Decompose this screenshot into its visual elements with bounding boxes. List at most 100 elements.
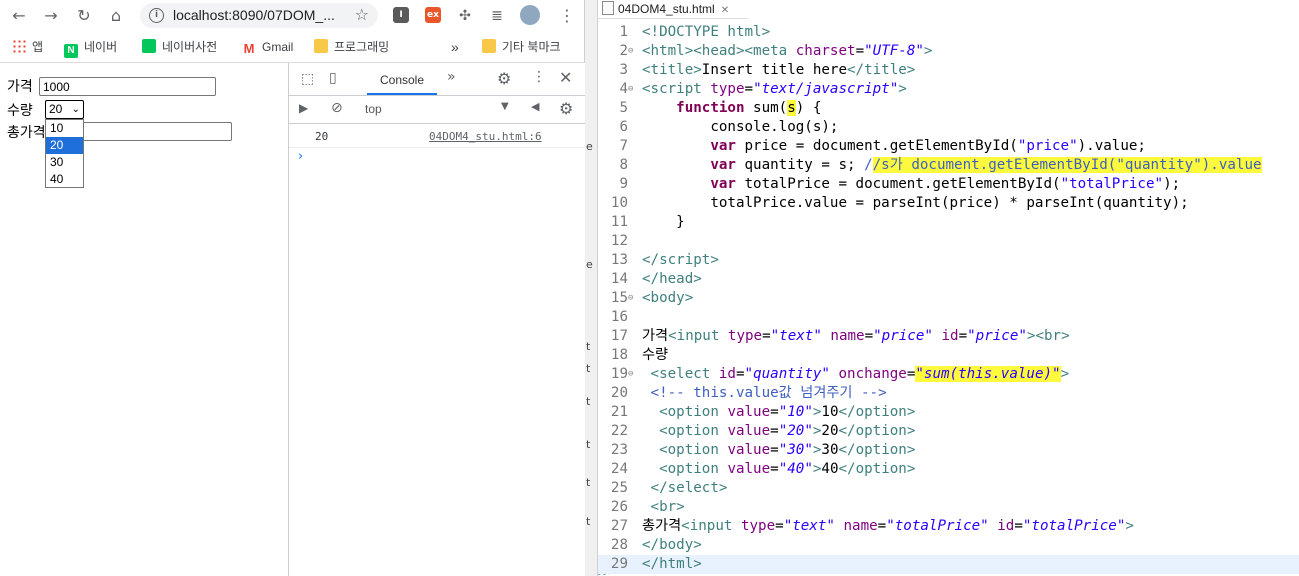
code-line[interactable]: 14 </head> (598, 270, 1299, 289)
profile-avatar[interactable] (520, 5, 540, 25)
bookmark-naver[interactable]: N 네이버 (64, 38, 118, 58)
code-line[interactable]: 11 } (598, 213, 1299, 232)
close-icon[interactable]: ✕ (559, 68, 572, 87)
code-line[interactable]: 2 ⊖ <html><head><meta charset="UTF-8"> (598, 42, 1299, 61)
extension-i-icon[interactable]: I (393, 7, 409, 23)
bookmark-naver-dict[interactable]: 네이버사전 (142, 38, 217, 56)
info-icon[interactable]: i (149, 8, 164, 23)
console-settings-gear-icon[interactable]: ⚙ (559, 99, 573, 118)
back-arrow-icon[interactable]: ← (8, 6, 30, 26)
forward-arrow-icon[interactable]: → (40, 6, 62, 26)
url-text: localhost:8090/07DOM_... (173, 7, 335, 23)
option-30[interactable]: 30 (46, 154, 83, 171)
option-40[interactable]: 40 (46, 171, 83, 188)
code-text: <title>Insert title here</title> (642, 62, 916, 78)
bookmark-apps[interactable]: 앱 (12, 38, 43, 56)
devtools-menu-icon[interactable]: ⋮ (532, 69, 546, 85)
bookmark-label: 프로그래밍 (334, 40, 390, 54)
bookmark-folder-programming[interactable]: 프로그래밍 (314, 38, 389, 56)
code-line[interactable]: 29 </html> (598, 555, 1299, 574)
bookmark-label: 네이버 (84, 40, 118, 54)
code-line[interactable]: 10 totalPrice.value = parseInt(price) * … (598, 194, 1299, 213)
extension-ex-icon[interactable]: ex (425, 7, 441, 23)
code-line[interactable]: 27 총가격<input type="text" name="totalPrice… (598, 517, 1299, 536)
tab-console[interactable]: Console (367, 63, 437, 95)
code-line[interactable]: 5 function sum(s) { (598, 99, 1299, 118)
code-line[interactable]: 7 var price = document.getElementById("p… (598, 137, 1299, 156)
naver-dictionary-icon (142, 39, 156, 53)
line-number: 5 (619, 100, 628, 116)
line-number: 13 (610, 252, 628, 268)
code-line[interactable]: 24 <option value="40">40</option> (598, 460, 1299, 479)
clear-console-icon[interactable]: ⊘ (331, 100, 343, 116)
code-line[interactable]: 23 <option value="30">30</option> (598, 441, 1299, 460)
bookmarks-overflow-button[interactable]: » (451, 38, 459, 56)
editor-tab[interactable]: 04DOM4_stu.html ✕ (598, 0, 748, 19)
home-icon[interactable]: ⌂ (105, 6, 127, 26)
fold-toggle-icon[interactable]: ⊖ (628, 365, 638, 384)
settings-gear-icon[interactable]: ⚙ (497, 69, 511, 88)
page-viewport: 가격 1000 수량 20 ⌄ 총가격 20000 10 20 30 40 (0, 63, 288, 576)
fold-toggle-icon[interactable]: ⊖ (628, 80, 638, 99)
bookmark-folder-other[interactable]: 기타 북마크 (482, 38, 561, 56)
code-line[interactable]: 9 var totalPrice = document.getElementBy… (598, 175, 1299, 194)
code-line[interactable]: 15 ⊖ <body> (598, 289, 1299, 308)
code-line[interactable]: 25 </select> (598, 479, 1299, 498)
puzzle-icon[interactable]: ✣ (454, 6, 476, 26)
log-source-link[interactable]: 04DOM4_stu.html:6 (429, 130, 542, 143)
code-line[interactable]: 16 (598, 308, 1299, 327)
media-queue-icon[interactable]: ≣ (486, 6, 508, 26)
line-number: 1 (619, 24, 628, 40)
inspect-element-icon[interactable]: ⬚ (301, 71, 314, 87)
code-line[interactable]: 20 <!-- this.value값 넘겨주기 --> (598, 384, 1299, 403)
code-line[interactable]: 21 <option value="10">10</option> (598, 403, 1299, 422)
code-line[interactable]: 8 var quantity = s; //s가 document.getEle… (598, 156, 1299, 175)
fold-toggle-icon[interactable]: ⊖ (628, 289, 638, 308)
strip-char: t (586, 340, 591, 353)
price-input[interactable]: 1000 (39, 77, 216, 96)
device-toolbar-icon[interactable]: ▯ (329, 70, 337, 86)
code-line[interactable]: 6 console.log(s); (598, 118, 1299, 137)
option-20[interactable]: 20 (46, 137, 83, 154)
code-line[interactable]: 4 ⊖ <script type="text/javascript"> (598, 80, 1299, 99)
context-selector[interactable]: top (365, 102, 382, 116)
line-number: 14 (610, 271, 628, 287)
code-line[interactable]: 13 </script> (598, 251, 1299, 270)
chevron-down-icon[interactable]: ▼ (501, 101, 509, 112)
gmail-icon: M (243, 41, 255, 56)
bookmark-gmail[interactable]: M Gmail (242, 38, 294, 56)
code-line[interactable]: 1 <!DOCTYPE html> (598, 23, 1299, 42)
line-number: 23 (610, 442, 628, 458)
close-tab-icon[interactable]: ✕ (721, 5, 729, 16)
code-line[interactable]: 28 </body> (598, 536, 1299, 555)
quantity-select[interactable]: 20 ⌄ (45, 100, 84, 119)
line-number: 29 (610, 556, 628, 572)
line-number: 15 (610, 290, 628, 306)
code-line[interactable]: 19 ⊖ <select id="quantity" onchange="sum(… (598, 365, 1299, 384)
code-line[interactable]: 3 <title>Insert title here</title> (598, 61, 1299, 80)
console-prompt-icon[interactable]: › (298, 149, 303, 164)
code-line[interactable]: 17 가격<input type="text" name="price" id="… (598, 327, 1299, 346)
code-line[interactable]: 12 (598, 232, 1299, 251)
strip-char: e (586, 258, 593, 271)
fold-toggle-icon[interactable]: ⊖ (628, 42, 638, 61)
folder-icon (482, 39, 496, 53)
chevron-left-icon[interactable]: ◀ (531, 100, 539, 113)
more-tabs-icon[interactable]: » (447, 69, 456, 85)
sidebar-toggle-icon[interactable]: ▶ (299, 101, 308, 115)
browser-toolbar: ← → ↻ ⌂ i localhost:8090/07DOM_... ☆ I e… (0, 0, 584, 32)
menu-kebab-icon[interactable]: ⋮ (556, 6, 578, 26)
option-10[interactable]: 10 (46, 120, 83, 137)
code-line[interactable]: 22 <option value="20">20</option> (598, 422, 1299, 441)
address-bar[interactable]: i localhost:8090/07DOM_... ☆ (140, 3, 378, 28)
total-label: 총가격 (7, 125, 46, 141)
code-line[interactable]: 18 수량 (598, 346, 1299, 365)
code-text: </body> (642, 537, 702, 553)
window-splitter[interactable]: e e t t t t t t (585, 0, 598, 576)
reload-icon[interactable]: ↻ (73, 6, 95, 26)
strip-char: t (586, 438, 591, 451)
line-number: 11 (610, 214, 628, 230)
code-line[interactable]: 26 <br> (598, 498, 1299, 517)
code-text: <script type="text/javascript"> (642, 81, 907, 97)
bookmark-star-icon[interactable]: ☆ (355, 5, 369, 24)
